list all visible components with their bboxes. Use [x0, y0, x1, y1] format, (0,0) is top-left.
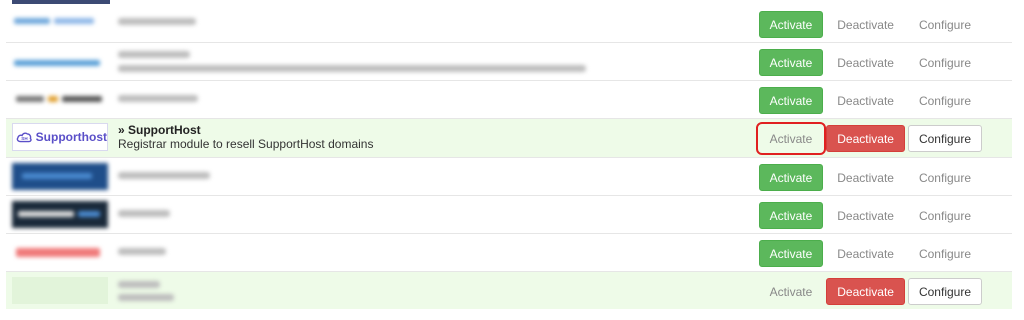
deactivate-button[interactable]: Deactivate [826, 49, 905, 76]
configure-button[interactable]: Configure [908, 49, 982, 76]
module-description-redacted [118, 202, 638, 217]
configure-button[interactable]: Configure [908, 11, 982, 38]
module-logo [12, 86, 108, 113]
table-row: Activate Deactivate Configure [6, 196, 1012, 234]
module-logo [12, 48, 108, 75]
module-logo [12, 163, 108, 190]
module-description-redacted [118, 87, 638, 102]
deactivate-button[interactable]: Deactivate [826, 164, 905, 191]
activate-button[interactable]: Activate [758, 239, 824, 267]
module-logo [12, 277, 108, 304]
module-logo [12, 10, 108, 37]
module-description-redacted [118, 240, 638, 255]
table-row: Activate Deactivate Configure [6, 5, 1012, 43]
activate-button[interactable]: Activate [758, 48, 824, 76]
module-description: Registrar module to resell SupportHost d… [118, 137, 374, 151]
table-row: Activate Deactivate Configure [6, 234, 1012, 272]
configure-button[interactable]: Configure [908, 202, 982, 229]
deactivate-button[interactable]: Deactivate [826, 202, 905, 229]
configure-button[interactable]: Configure [908, 87, 982, 114]
table-row: Activate Deactivate Configure [6, 158, 1012, 196]
activate-button[interactable]: Activate [758, 10, 824, 38]
activate-button[interactable]: Activate [758, 86, 824, 114]
activate-button[interactable]: Activate [755, 121, 827, 155]
top-logo-strip [12, 0, 110, 4]
table-row: Activate Deactivate Configure [6, 81, 1012, 119]
table-row: Activate Deactivate Configure [6, 272, 1012, 309]
module-description-redacted [118, 164, 638, 179]
module-description-redacted [118, 11, 638, 25]
supporthost-logo: SH Supporthost [12, 123, 108, 151]
svg-text:SH: SH [21, 136, 27, 141]
deactivate-button[interactable]: Deactivate [826, 87, 905, 114]
module-logo [12, 201, 108, 228]
activate-button[interactable]: Activate [759, 278, 824, 305]
registrar-modules-table: Activate Deactivate Configure Activate D… [6, 5, 1012, 309]
module-name: » SupportHost [118, 123, 201, 137]
configure-button[interactable]: Configure [907, 277, 982, 305]
module-logo [12, 239, 108, 266]
table-row: Activate Deactivate Configure [6, 43, 1012, 81]
deactivate-button[interactable]: Deactivate [826, 11, 905, 38]
deactivate-button[interactable]: Deactivate [826, 240, 905, 267]
configure-button[interactable]: Configure [907, 124, 982, 152]
cloud-sh-icon: SH [16, 132, 32, 143]
module-description-redacted [118, 278, 638, 301]
deactivate-button[interactable]: Deactivate [826, 124, 905, 152]
module-description-redacted [118, 49, 638, 72]
configure-button[interactable]: Configure [908, 240, 982, 267]
activate-button[interactable]: Activate [758, 163, 824, 191]
configure-button[interactable]: Configure [908, 164, 982, 191]
activate-button[interactable]: Activate [758, 201, 824, 229]
deactivate-button[interactable]: Deactivate [826, 277, 905, 305]
supporthost-logo-text: Supporthost [35, 130, 107, 144]
table-row-supporthost: SH Supporthost » SupportHost Registrar m… [6, 119, 1012, 158]
